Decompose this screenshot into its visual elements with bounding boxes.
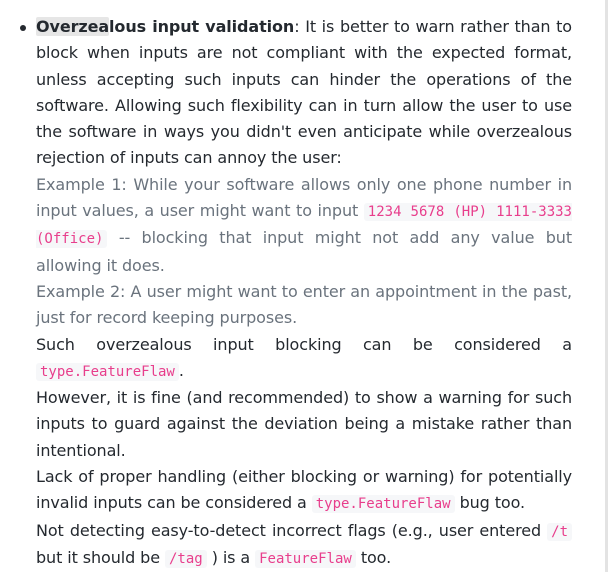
detect-code-featureflaw: FeatureFlaw bbox=[255, 549, 356, 568]
such-end: . bbox=[178, 360, 184, 380]
search-highlight: Overzea bbox=[36, 17, 110, 36]
bullet-icon bbox=[20, 25, 26, 31]
example-2: Example 2: A user might want to enter an… bbox=[36, 281, 572, 328]
example-1-rest: -- blocking that input might not add any… bbox=[36, 228, 572, 275]
detect-code-t: /t bbox=[547, 522, 572, 541]
lack-paragraph: Lack of proper handling (either blocking… bbox=[36, 464, 572, 518]
detect-paragraph: Not detecting easy-to-detect incorrect f… bbox=[36, 518, 572, 572]
term-rest: lous input validation bbox=[109, 17, 295, 36]
example-1: Example 1: While your software allows on… bbox=[36, 172, 572, 279]
detect-text: Not detecting easy-to-detect incorrect f… bbox=[36, 520, 542, 540]
such-text: Such overzealous input blocking can be c… bbox=[36, 334, 572, 354]
list-item-overzealous-validation: Overzealous input validation: It is bett… bbox=[20, 14, 572, 572]
such-paragraph: Such overzealous input blocking can be c… bbox=[36, 332, 572, 386]
lack-end: bug too. bbox=[459, 493, 526, 513]
term-heading: Overzealous input validation bbox=[36, 17, 294, 36]
detect-mid-2: ) is a bbox=[211, 547, 251, 567]
such-code: type.FeatureFlaw bbox=[36, 362, 179, 381]
intro-paragraph: Overzealous input validation: It is bett… bbox=[36, 14, 572, 172]
intro-text: : It is better to warn rather than to bl… bbox=[36, 17, 572, 168]
however-paragraph: However, it is fine (and recommended) to… bbox=[36, 388, 572, 460]
detect-end: too. bbox=[360, 547, 392, 567]
detect-mid: but it should be bbox=[36, 547, 160, 567]
detect-code-tag: /tag bbox=[164, 549, 207, 568]
bullet-list: Overzealous input validation: It is bett… bbox=[20, 14, 572, 572]
lack-code: type.FeatureFlaw bbox=[311, 495, 455, 514]
